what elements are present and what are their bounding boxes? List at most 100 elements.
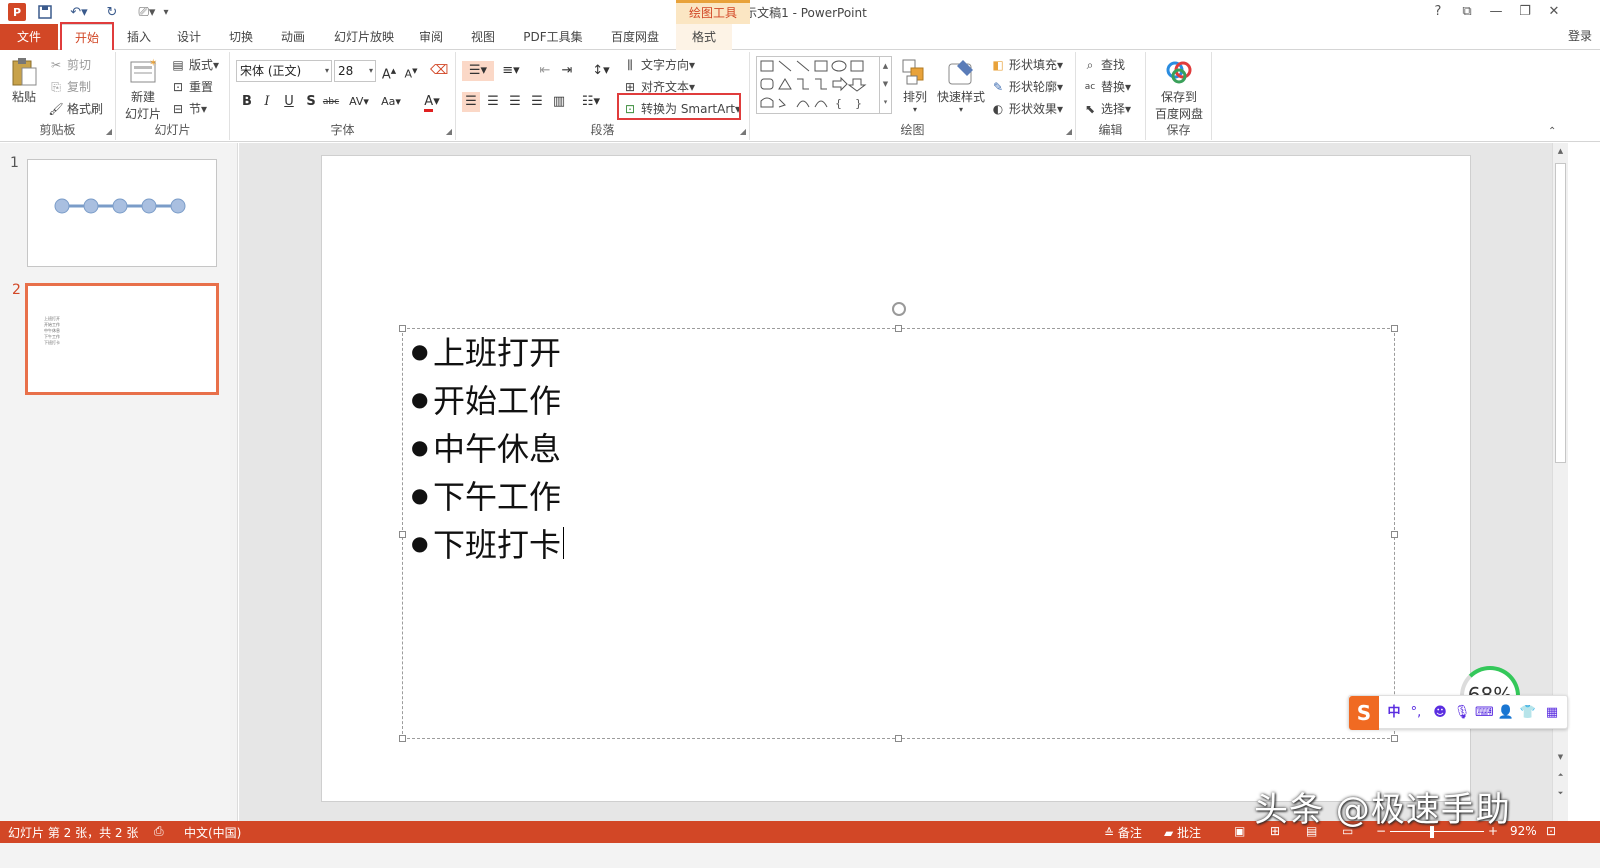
align-right-icon[interactable]: ☰ — [506, 92, 524, 112]
bullet-item[interactable]: ● 中午休息 — [411, 425, 561, 469]
shapes-gallery[interactable]: {} ▲ ▼ ▾ — [756, 56, 892, 114]
drawing-launcher-icon[interactable]: ◢ — [1066, 127, 1072, 136]
user-icon[interactable]: 👤 — [1497, 704, 1515, 722]
text-direction-button[interactable]: ⫼ 文字方向 ▾ — [622, 56, 695, 73]
new-slide-button[interactable]: ✶ 新建 幻灯片 — [120, 56, 166, 122]
tab-format[interactable]: 格式 — [676, 24, 732, 50]
resize-handle[interactable] — [895, 325, 902, 332]
format-painter-button[interactable]: 🖌 格式刷 — [48, 100, 103, 117]
section-button[interactable]: ⊟ 节 ▾ — [170, 100, 207, 117]
shape-fill-button[interactable]: ◧ 形状填充 ▾ — [990, 56, 1063, 73]
tab-file[interactable]: 文件 — [0, 24, 58, 50]
cut-button[interactable]: ✂ 剪切 — [48, 56, 91, 73]
tab-slideshow[interactable]: 幻灯片放映 — [328, 24, 400, 50]
paragraph-launcher-icon[interactable]: ◢ — [740, 127, 746, 136]
previous-slide-icon[interactable]: ⏶ — [1555, 771, 1566, 783]
tab-insert[interactable]: 插入 — [122, 24, 156, 50]
bullet-item[interactable]: ● 上班打开 — [411, 329, 561, 373]
normal-view-icon[interactable]: ▣ — [1234, 824, 1245, 838]
bullet-item[interactable]: ● 下班打卡 — [411, 521, 565, 565]
align-center-icon[interactable]: ☰ — [484, 92, 502, 112]
zoom-slider-track[interactable] — [1390, 831, 1484, 832]
tab-review[interactable]: 审阅 — [414, 24, 448, 50]
bullet-item[interactable]: ● 开始工作 — [411, 377, 561, 421]
collapse-ribbon-icon[interactable]: ⌃ — [1548, 126, 1556, 137]
text-shadow-icon[interactable]: S — [302, 92, 320, 112]
underline-icon[interactable]: U — [280, 92, 298, 112]
bullets-icon[interactable]: ☰▾ — [462, 61, 494, 81]
find-button[interactable]: ⌕ 查找 — [1082, 56, 1125, 73]
skin-icon[interactable]: 👕 — [1519, 704, 1537, 722]
restore-icon[interactable]: ❐ — [1513, 2, 1537, 22]
slide-1-thumbnail[interactable] — [27, 159, 217, 267]
save-to-baidu-button[interactable]: 保存到 百度网盘 — [1152, 56, 1206, 122]
content-placeholder[interactable]: ● 上班打开 ● 开始工作 ● 中午休息 ● 下午工作 ● 下班打卡 — [399, 325, 1398, 742]
clipboard-launcher-icon[interactable]: ◢ — [106, 127, 112, 136]
align-left-icon[interactable]: ☰ — [462, 92, 480, 112]
copy-button[interactable]: ⎘ 复制 — [48, 78, 91, 95]
tab-pdf-tools[interactable]: PDF工具集 — [518, 24, 588, 50]
reset-button[interactable]: ⊡ 重置 — [170, 78, 213, 95]
replace-button[interactable]: ac 替换 ▾ — [1082, 78, 1131, 95]
resize-handle[interactable] — [1391, 325, 1398, 332]
font-launcher-icon[interactable]: ◢ — [446, 127, 452, 136]
columns-icon[interactable]: ▥ — [550, 92, 568, 112]
next-slide-icon[interactable]: ⏷ — [1555, 789, 1566, 801]
emoji-icon[interactable]: ☻ — [1431, 704, 1449, 722]
arrange-button[interactable]: 排列 ▾ — [898, 56, 932, 114]
bullet-item[interactable]: ● 下午工作 — [411, 473, 561, 517]
change-case-icon[interactable]: Aa▾ — [378, 92, 404, 112]
shapes-gallery-scroll-icon[interactable]: ▲ ▼ ▾ — [879, 57, 891, 113]
close-icon[interactable]: ✕ — [1542, 2, 1566, 22]
resize-handle[interactable] — [895, 735, 902, 742]
tab-view[interactable]: 视图 — [466, 24, 500, 50]
scroll-up-icon[interactable]: ▲ — [1555, 147, 1566, 159]
character-spacing-icon[interactable]: AV▾ — [346, 92, 372, 112]
resize-handle[interactable] — [1391, 735, 1398, 742]
shape-effects-button[interactable]: ◐ 形状效果 ▾ — [990, 100, 1063, 117]
resize-handle[interactable] — [399, 531, 406, 538]
comments-button[interactable]: ▰ 批注 — [1164, 824, 1201, 841]
numbering-icon[interactable]: ≡▾ — [496, 61, 526, 81]
microphone-icon[interactable]: 🎙 — [1453, 704, 1471, 722]
keyboard-icon[interactable]: ⌨ — [1475, 704, 1494, 722]
tab-animations[interactable]: 动画 — [276, 24, 310, 50]
strikethrough-icon[interactable]: abc — [322, 92, 340, 112]
language-indicator[interactable]: 中文(中国) — [184, 824, 241, 841]
zoom-level[interactable]: 92% — [1510, 824, 1537, 838]
current-slide[interactable]: ● 上班打开 ● 开始工作 ● 中午休息 ● 下午工作 ● 下班打卡 — [321, 155, 1471, 802]
notes-button[interactable]: ≙ 备注 — [1104, 824, 1142, 841]
minimize-icon[interactable]: — — [1484, 2, 1508, 22]
line-spacing-icon[interactable]: ↕▾ — [588, 61, 614, 81]
toolbox-icon[interactable]: ▦ — [1543, 704, 1561, 722]
font-color-icon[interactable]: A▾ — [420, 92, 444, 112]
decrease-font-size-icon[interactable]: A▼ — [402, 61, 420, 81]
ribbon-display-options-icon[interactable]: ⧉ — [1455, 2, 1479, 22]
scrollbar-thumb[interactable] — [1555, 163, 1566, 463]
font-name-combo[interactable]: 宋体 (正文) ▾ — [236, 60, 332, 82]
quick-styles-button[interactable]: 快速样式 ▾ — [936, 56, 986, 114]
tab-baidu-disk[interactable]: 百度网盘 — [604, 24, 666, 50]
layout-button[interactable]: ▤ 版式 ▾ — [170, 56, 219, 73]
sogou-logo-icon[interactable]: S — [1349, 696, 1379, 730]
decrease-indent-icon[interactable]: ⇤ — [536, 61, 554, 81]
tab-design[interactable]: 设计 — [172, 24, 206, 50]
select-button[interactable]: ⬉ 选择 ▾ — [1082, 100, 1131, 117]
tab-transitions[interactable]: 切换 — [224, 24, 258, 50]
increase-font-size-icon[interactable]: A▲ — [380, 61, 398, 82]
bold-icon[interactable]: B — [238, 92, 256, 112]
italic-icon[interactable]: I — [258, 92, 276, 112]
spellcheck-icon[interactable]: ⎙ — [154, 824, 164, 839]
help-icon[interactable]: ? — [1426, 2, 1450, 22]
clear-formatting-icon[interactable]: ⌫ — [430, 61, 448, 81]
slide-2-thumbnail[interactable]: 上班打开 开始工作 中午休息 下午工作 下班打卡 — [25, 283, 219, 395]
font-size-combo[interactable]: 28 ▾ — [334, 60, 376, 82]
resize-handle[interactable] — [1391, 531, 1398, 538]
fit-slide-icon[interactable]: ⊡ — [1546, 824, 1556, 838]
scroll-down-icon[interactable]: ▼ — [1555, 753, 1566, 765]
paste-button[interactable]: 粘贴 — [6, 56, 42, 105]
justify-icon[interactable]: ☰ — [528, 92, 546, 112]
ime-chinese-mode[interactable]: 中 — [1385, 704, 1403, 722]
ime-punctuation-icon[interactable]: °, — [1407, 704, 1425, 722]
rotate-handle[interactable] — [892, 302, 906, 316]
